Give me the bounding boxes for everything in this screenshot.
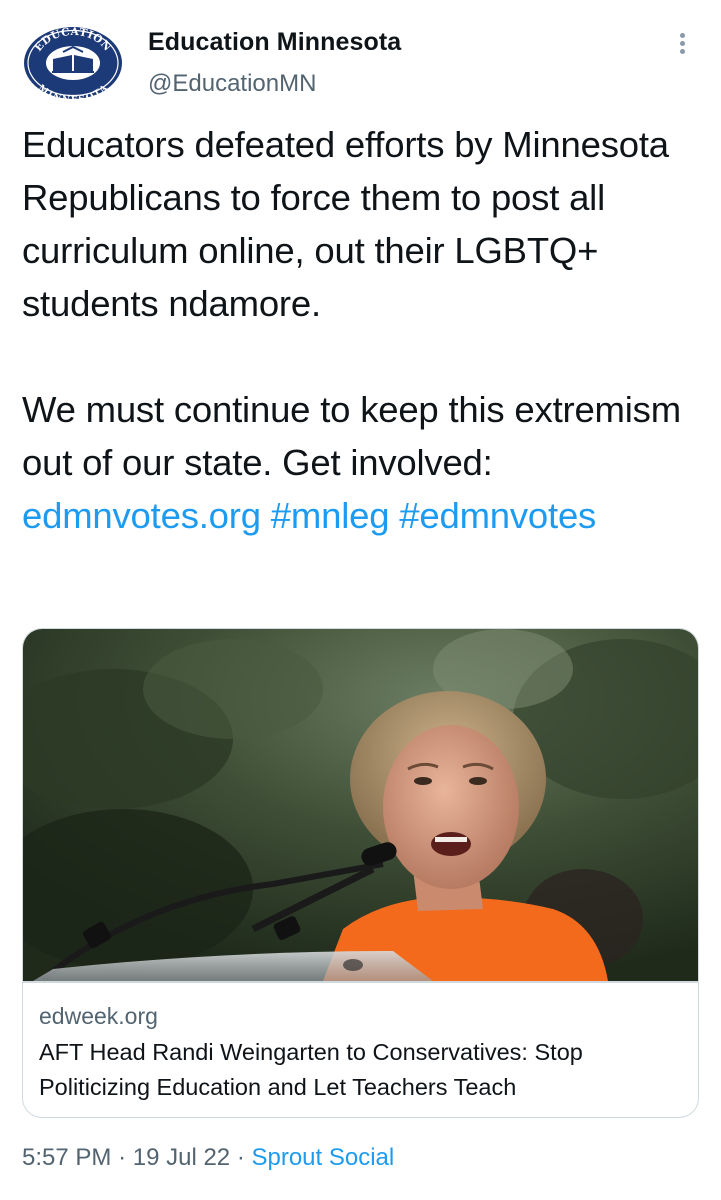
link-edmnvotes[interactable]: edmnvotes.org bbox=[22, 495, 261, 536]
hashtag-edmnvotes[interactable]: #edmnvotes bbox=[399, 495, 596, 536]
link-card[interactable]: edweek.org AFT Head Randi Weingarten to … bbox=[22, 628, 699, 1118]
meta-separator: · bbox=[236, 1144, 245, 1171]
tweet-text: Educators defeated efforts by Minnesota … bbox=[22, 118, 712, 542]
card-title: AFT Head Randi Weingarten to Conservativ… bbox=[39, 1039, 583, 1100]
tweet-paragraph-2: We must continue to keep this extremism … bbox=[22, 383, 712, 542]
card-image[interactable] bbox=[23, 629, 699, 981]
author-block[interactable]: Education Minnesota @EducationMN bbox=[148, 27, 401, 99]
avatar[interactable]: EDUCATION MINNESOTA bbox=[22, 25, 124, 101]
tweet-source[interactable]: Sprout Social bbox=[251, 1144, 394, 1171]
more-vertical-icon[interactable] bbox=[668, 28, 698, 58]
card-divider bbox=[23, 981, 698, 983]
tweet-paragraph-2-text: We must continue to keep this extremism … bbox=[22, 389, 681, 483]
meta-separator: · bbox=[118, 1144, 127, 1171]
tweet-paragraph-1: Educators defeated efforts by Minnesota … bbox=[22, 124, 669, 324]
more-dot bbox=[680, 33, 685, 38]
tweet-date[interactable]: 19 Jul 22 bbox=[133, 1144, 230, 1171]
tweet-meta: 5:57 PM · 19 Jul 22 · Sprout Social bbox=[22, 1142, 394, 1174]
card-domain: edweek.org bbox=[39, 1003, 158, 1029]
display-name[interactable]: Education Minnesota bbox=[148, 27, 401, 57]
hashtag-mnleg[interactable]: #mnleg bbox=[271, 495, 390, 536]
more-dot bbox=[680, 41, 685, 46]
tweet-time[interactable]: 5:57 PM bbox=[22, 1144, 111, 1171]
more-dot bbox=[680, 49, 685, 54]
handle[interactable]: @EducationMN bbox=[148, 69, 401, 99]
tweet: EDUCATION MINNESOTA Education Minnesota … bbox=[0, 0, 721, 1200]
